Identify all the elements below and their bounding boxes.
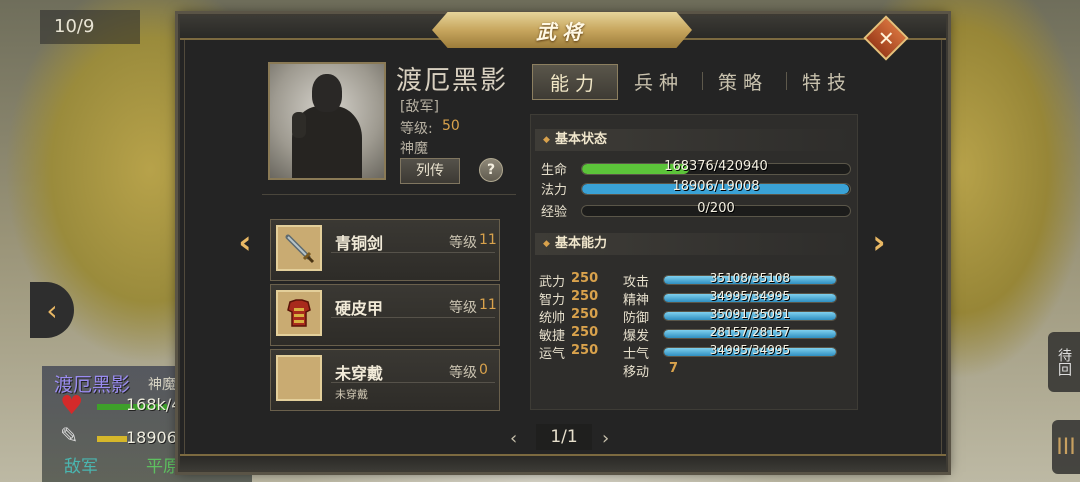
equipment-slot-weapon[interactable]: 青铜剑 等级 11 xyxy=(270,219,500,281)
feather-icon: ✎ xyxy=(60,424,79,449)
morale-value: 34995/34995 xyxy=(709,343,791,357)
unit-faction: 敌军 xyxy=(64,457,98,477)
panel-title: 武将 xyxy=(536,19,588,44)
general-type: 神魔 xyxy=(400,141,428,157)
general-detail-panel: 武将 ✕ ‹ › 渡厄黑影 [敌军] 等级: 50 神魔 列传 ? 青铜剑 等级… xyxy=(178,12,948,472)
equipment-name: 硬皮甲 xyxy=(335,299,384,318)
equipment-level: 11 xyxy=(479,297,497,313)
attr-label: 智力 xyxy=(539,293,566,308)
equipment-slot-armor[interactable]: 硬皮甲 等级 11 xyxy=(270,284,500,346)
combat-label-attack: 攻击 xyxy=(623,275,650,290)
attr-value: 250 xyxy=(571,343,599,358)
combat-label-morale: 士气 xyxy=(623,347,650,362)
spirit-value: 34995/34995 xyxy=(709,289,791,303)
general-level: 50 xyxy=(442,118,460,134)
section-title: 基本状态 xyxy=(555,132,608,147)
general-portrait xyxy=(268,62,386,180)
move-value: 7 xyxy=(669,361,679,376)
attr-value: 250 xyxy=(571,271,599,286)
combat-label-defense: 防御 xyxy=(623,311,650,326)
close-icon: ✕ xyxy=(877,25,895,50)
equipment-level: 0 xyxy=(479,362,488,378)
burst-value: 28157/28157 xyxy=(709,325,791,339)
combat-label-spirit: 精神 xyxy=(623,293,650,308)
equipment-divider xyxy=(331,252,495,253)
armor-icon xyxy=(276,290,322,336)
detail-tabs: 能力 兵种 策略 特技 xyxy=(532,64,860,100)
help-button[interactable]: ? xyxy=(479,158,503,182)
diamond-icon: ◆ xyxy=(543,239,550,249)
prev-general-icon[interactable]: ‹ xyxy=(232,222,258,262)
attack-value: 35108/35108 xyxy=(709,271,791,285)
tab-skills[interactable]: 特技 xyxy=(788,64,866,98)
panel-bottom-frame xyxy=(180,454,946,470)
move-label: 移动 xyxy=(623,365,650,380)
tab-troops[interactable]: 兵种 xyxy=(620,64,698,98)
stat-label-mp: 法力 xyxy=(541,183,568,198)
turn-counter: 10/9 xyxy=(40,10,140,44)
tab-ability[interactable]: 能力 xyxy=(532,64,618,100)
diamond-icon: ◆ xyxy=(543,135,550,145)
equipment-name: 未穿戴 xyxy=(335,364,384,383)
biography-button[interactable]: 列传 xyxy=(400,158,460,184)
stat-label-hp: 生命 xyxy=(541,163,568,178)
unit-mp-bar xyxy=(97,436,127,442)
sword-icon xyxy=(276,225,322,271)
attr-value: 250 xyxy=(571,325,599,340)
stat-label-exp: 经验 xyxy=(541,205,568,220)
portrait-figure-hand xyxy=(292,112,306,138)
equipment-level: 11 xyxy=(479,232,497,248)
tab-separator xyxy=(786,72,787,90)
attr-value: 250 xyxy=(571,307,599,322)
page-prev-icon[interactable]: ‹ xyxy=(510,428,517,449)
next-general-icon[interactable]: › xyxy=(866,222,892,262)
page-indicator: 1/1 xyxy=(536,424,592,450)
unit-terrain: 平原 xyxy=(146,457,180,477)
side-end-turn-button[interactable]: 待回 xyxy=(1048,332,1080,392)
section-header-basic-ability: ◆ 基本能力 xyxy=(535,233,853,255)
equipment-level-label: 等级 xyxy=(449,365,477,381)
mp-value: 18906/19008 xyxy=(672,179,760,194)
equipment-name: 青铜剑 xyxy=(335,234,384,253)
defense-value: 35091/35091 xyxy=(709,307,791,321)
attr-label: 统帅 xyxy=(539,311,566,326)
tab-separator xyxy=(702,72,703,90)
equipment-slot-accessory[interactable]: 未穿戴 未穿戴 等级 0 xyxy=(270,349,500,411)
heart-icon: ♥ xyxy=(60,391,84,421)
hp-value: 168376/420940 xyxy=(664,159,768,174)
section-header-basic-status: ◆ 基本状态 xyxy=(535,129,853,151)
attr-label: 敏捷 xyxy=(539,329,566,344)
equipment-divider xyxy=(331,317,495,318)
panel-title-plate: 武将 xyxy=(432,12,692,48)
general-level-label: 等级: xyxy=(400,121,433,137)
exp-value: 0/200 xyxy=(697,201,735,216)
tab-strategy[interactable]: 策略 xyxy=(704,64,782,98)
side-menu-toggle-icon[interactable]: ‹ xyxy=(30,282,74,338)
general-faction: [敌军] xyxy=(400,99,439,115)
attr-value: 250 xyxy=(571,289,599,304)
ability-stats-panel: ◆ 基本状态 生命 168376/420940 法力 18906/19008 经… xyxy=(530,114,858,410)
attr-label: 武力 xyxy=(539,275,566,290)
equipment-level-label: 等级 xyxy=(449,235,477,251)
unit-category: 神魔 xyxy=(148,377,176,393)
equipment-level-label: 等级 xyxy=(449,300,477,316)
page-next-icon[interactable]: › xyxy=(602,428,609,449)
divider xyxy=(262,194,516,195)
side-menu-icon[interactable]: III xyxy=(1052,420,1080,474)
general-name: 渡厄黑影 xyxy=(396,66,509,96)
section-title: 基本能力 xyxy=(555,236,608,251)
attr-label: 运气 xyxy=(539,347,566,362)
combat-label-burst: 爆发 xyxy=(623,329,650,344)
equipment-sub-label: 未穿戴 xyxy=(335,388,368,401)
portrait-figure-head xyxy=(312,74,342,112)
empty-slot-icon xyxy=(276,355,322,401)
equipment-divider xyxy=(331,382,495,383)
